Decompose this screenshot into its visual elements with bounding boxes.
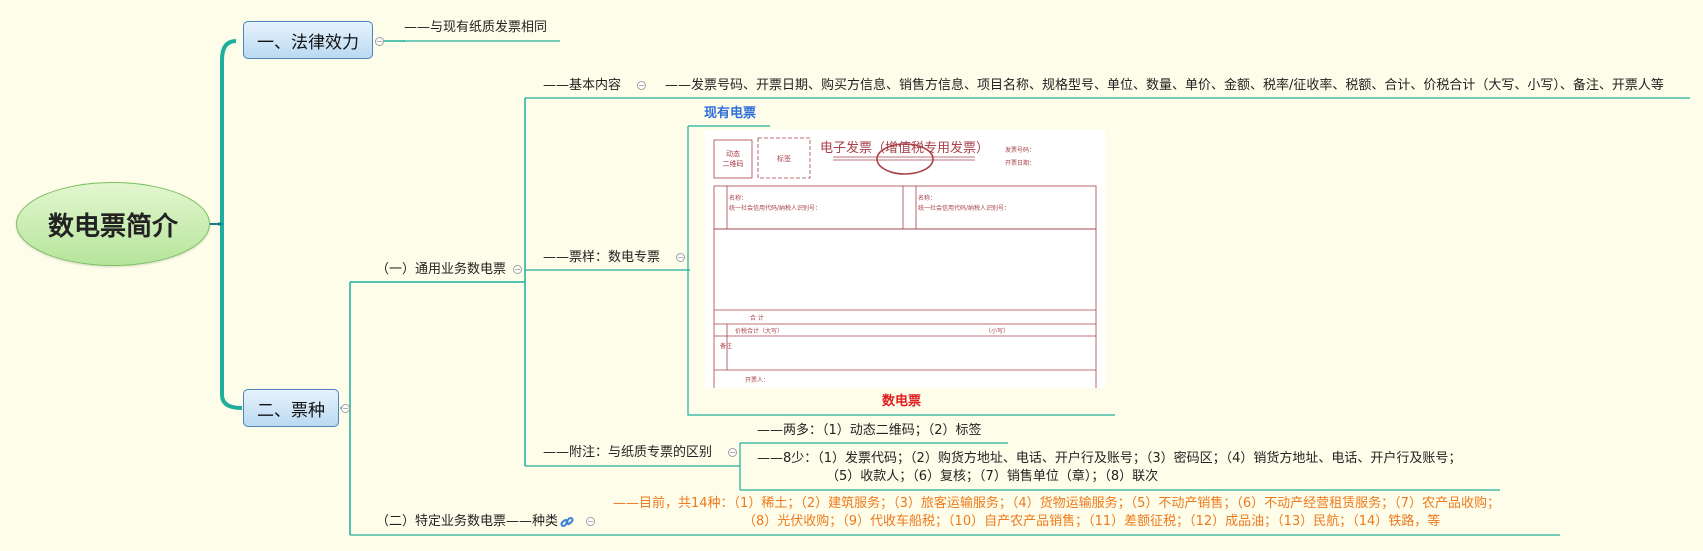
- drawer-label: 开票人：: [745, 377, 769, 384]
- seller-name-label: 名称：: [918, 194, 936, 202]
- collapse-icon[interactable]: −: [375, 37, 384, 46]
- qr-code-box: [713, 139, 753, 179]
- invoice-date-label: 开票日期：: [1005, 159, 1035, 167]
- invoice-number-label: 发票号码：: [1005, 146, 1035, 154]
- seller-tax-id-label: 统一社会信用代码/纳税人识别号：: [918, 204, 1010, 212]
- collapse-icon[interactable]: −: [676, 253, 685, 262]
- collapse-icon[interactable]: −: [728, 448, 737, 457]
- specific-business-node[interactable]: （二）特定业务数电票——种类: [376, 513, 558, 531]
- remark-label: 备注: [720, 342, 732, 350]
- collapse-icon[interactable]: −: [586, 517, 595, 526]
- basic-content-node[interactable]: ——基本内容: [543, 77, 621, 95]
- eight-less-detail-cont: （5）收款人；（6）复核；（7）销售单位（章）；（8）联次: [826, 469, 1159, 484]
- collapse-icon[interactable]: −: [637, 81, 646, 90]
- sample-node[interactable]: ——票样：数电专票: [543, 249, 660, 267]
- eight-less-detail: ——8少：（1）发票代码；（2）购货方地址、电话、开户行及账号；（3）密码区；（…: [757, 451, 1462, 466]
- buyer-name-label: 名称：: [729, 194, 747, 202]
- invoice-title: 电子发票（增值税专用发票）: [820, 140, 989, 156]
- branch-ticket-types[interactable]: 二、票种: [243, 389, 339, 427]
- total-label: 合 计: [750, 314, 764, 322]
- invoice-sample-image: 动态 二维码 标签 电子发票（增值税专用发票） 发票号码： 开票日期： 名称： …: [705, 130, 1105, 430]
- legal-effect-note: ——与现有纸质发票相同: [404, 20, 548, 35]
- qr-code-label: 动态: [726, 149, 740, 158]
- appendix-node[interactable]: ——附注：与纸质专票的区别: [543, 444, 712, 462]
- general-business-node[interactable]: （一）通用业务数电票: [376, 261, 506, 279]
- digital-invoice-caption: 数电票: [882, 394, 922, 409]
- types-detail-line2: （8）光伏收购；（9）代收车船税；（10）自产农产品销售；（11）差额征税；（1…: [743, 514, 1441, 529]
- basic-content-detail: ——发票号码、开票日期、购买方信息、销售方信息、项目名称、规格型号、单位、数量、…: [665, 78, 1664, 93]
- root-node[interactable]: 数电票简介: [16, 182, 210, 266]
- collapse-icon[interactable]: −: [513, 265, 522, 274]
- link-icon[interactable]: [560, 514, 574, 528]
- types-detail-line1: ——目前，共14种：（1）稀土；（2）建筑服务；（3）旅客运输服务；（4）货物运…: [613, 496, 1500, 511]
- svg-text:二维码: 二维码: [723, 159, 744, 168]
- buyer-tax-id-label: 统一社会信用代码/纳税人识别号：: [729, 204, 821, 212]
- small-amount-label: （小写）: [985, 327, 1009, 335]
- current-e-invoice-caption: 现有电票: [704, 106, 757, 121]
- collapse-icon[interactable]: −: [341, 404, 350, 413]
- total-price-label: 价税合计（大写）: [735, 327, 783, 335]
- tag-label: 标签: [777, 154, 791, 163]
- branch-legal-effect[interactable]: 一、法律效力: [243, 21, 373, 59]
- two-more-detail: ——两多：（1）动态二维码；（2）标签: [757, 423, 982, 438]
